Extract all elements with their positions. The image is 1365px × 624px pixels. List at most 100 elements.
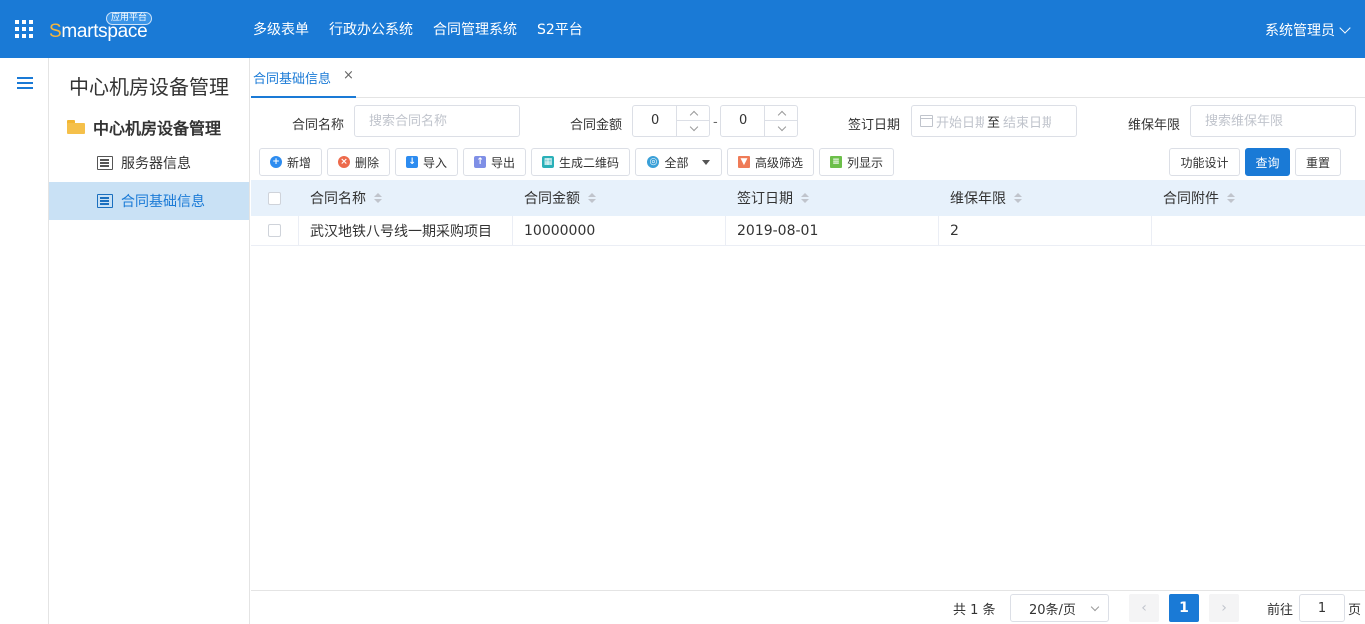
import-button[interactable]: ↓ 导入 — [395, 148, 458, 176]
next-page-button[interactable]: › — [1209, 594, 1239, 622]
contract-name-input[interactable] — [354, 105, 520, 137]
add-label: 新增 — [286, 155, 311, 170]
cell-sign-date: 2019-08-01 — [726, 216, 939, 245]
sort-icon[interactable] — [374, 193, 382, 203]
cell-contract-name: 武汉地铁八号线一期采购项目 — [299, 216, 513, 245]
page-1-button[interactable]: 1 — [1169, 594, 1199, 622]
sidebar: 中心机房设备管理 中心机房设备管理 服务器信息 合同基础信息 — [49, 58, 250, 624]
column-header-years[interactable]: 维保年限 — [939, 180, 1152, 216]
top-header: Smartspace 应用平台 多级表单 行政办公系统 合同管理系统 S2平台 … — [0, 0, 1365, 58]
column-header-date[interactable]: 签订日期 — [726, 180, 939, 216]
column-header-name[interactable]: 合同名称 — [299, 180, 513, 216]
maintenance-years-input[interactable] — [1190, 105, 1356, 137]
sidebar-item-label: 服务器信息 — [121, 156, 191, 172]
page-size-select[interactable]: 20条/页 — [1010, 594, 1109, 622]
total-count: 共 1 条 — [953, 603, 996, 618]
column-display-label: 列显示 — [846, 155, 883, 170]
amount-min-stepper[interactable]: 0 — [632, 105, 710, 137]
sidebar-group[interactable]: 中心机房设备管理 — [67, 115, 221, 139]
cell-attachment — [1152, 216, 1365, 245]
column-header-label: 合同名称 — [310, 191, 366, 207]
logo[interactable]: Smartspace 应用平台 — [49, 12, 153, 46]
main-content: 合同基础信息 × 合同名称 合同金额 0 - 0 签订日期 开始日期 至 — [251, 58, 1365, 624]
goto-page-input[interactable] — [1299, 594, 1345, 622]
app-grid-icon[interactable] — [15, 20, 33, 38]
column-header-amount[interactable]: 合同金额 — [513, 180, 726, 216]
stepper-arrows — [676, 106, 710, 136]
goto-label: 前往 — [1267, 603, 1294, 618]
amount-max-value: 0 — [739, 113, 748, 128]
cell-contract-amount: 10000000 — [513, 216, 726, 245]
column-header-label: 合同金额 — [524, 191, 580, 207]
sidebar-item-server-info[interactable]: 服务器信息 — [49, 144, 249, 182]
reset-button[interactable]: 重置 — [1295, 148, 1341, 176]
toolbar: + 新增 × 删除 ↓ 导入 ↑ 导出 ▦ 生成二维码 ◎ 全部 ▼ 高级筛选 — [259, 148, 1359, 176]
list-icon — [97, 194, 113, 208]
query-button[interactable]: 查询 — [1245, 148, 1290, 176]
qrcode-icon: ▦ — [541, 156, 554, 168]
advanced-filter-label: 高级筛选 — [754, 155, 803, 170]
row-checkbox[interactable] — [268, 224, 281, 237]
columns-icon: ≡ — [829, 156, 842, 168]
sidebar-item-contract-info[interactable]: 合同基础信息 — [49, 182, 249, 220]
advanced-filter-button[interactable]: ▼ 高级筛选 — [727, 148, 814, 176]
amount-min-value: 0 — [651, 113, 660, 128]
cell-maintenance-years: 2 — [939, 216, 1152, 245]
plus-icon: + — [269, 156, 282, 168]
date-range-separator: 至 — [987, 115, 1001, 131]
tab-bar: 合同基础信息 × — [251, 58, 1365, 98]
tab-label: 合同基础信息 — [253, 72, 332, 87]
nav-multilevel-form[interactable]: 多级表单 — [253, 19, 309, 39]
scope-label: 全部 — [664, 155, 689, 170]
decrement-icon[interactable] — [677, 121, 710, 136]
increment-icon[interactable] — [677, 106, 710, 121]
import-icon: ↓ — [405, 156, 418, 168]
caret-down-icon — [701, 159, 710, 165]
export-button[interactable]: ↑ 导出 — [463, 148, 526, 176]
filter-bar: 合同名称 合同金额 0 - 0 签订日期 开始日期 至 结束日期 维保年限 — [251, 104, 1365, 140]
user-name: 系统管理员 — [1265, 23, 1335, 39]
maintenance-years-label: 维保年限 — [1128, 118, 1181, 133]
user-menu[interactable]: 系统管理员 — [1265, 20, 1351, 40]
generate-qrcode-button[interactable]: ▦ 生成二维码 — [531, 148, 630, 176]
sort-icon[interactable] — [801, 193, 809, 203]
select-all-cell — [257, 180, 299, 216]
top-nav: 多级表单 行政办公系统 合同管理系统 S2平台 — [253, 19, 583, 39]
add-button[interactable]: + 新增 — [259, 148, 322, 176]
collapse-strip — [0, 58, 49, 624]
prev-page-button[interactable]: ‹ — [1129, 594, 1159, 622]
close-icon[interactable]: × — [343, 68, 354, 83]
import-label: 导入 — [422, 155, 447, 170]
decrement-icon[interactable] — [765, 121, 798, 136]
sign-date-range[interactable]: 开始日期 至 结束日期 — [911, 105, 1077, 137]
nav-s2-platform[interactable]: S2平台 — [537, 19, 583, 39]
delete-button[interactable]: × 删除 — [327, 148, 390, 176]
column-header-label: 合同附件 — [1163, 191, 1219, 207]
scope-dropdown[interactable]: ◎ 全部 — [635, 148, 722, 176]
logo-badge: 应用平台 — [106, 12, 153, 25]
amount-max-stepper[interactable]: 0 — [720, 105, 798, 137]
globe-icon: ◎ — [647, 156, 660, 168]
tab-contract-info[interactable]: 合同基础信息 × — [251, 68, 356, 98]
chevron-down-icon — [1090, 602, 1100, 612]
sort-icon[interactable] — [588, 193, 596, 203]
nav-office-system[interactable]: 行政办公系统 — [329, 19, 413, 39]
increment-icon[interactable] — [765, 106, 798, 121]
table-row[interactable]: 武汉地铁八号线一期采购项目 10000000 2019-08-01 2 — [251, 216, 1365, 246]
sort-icon[interactable] — [1014, 193, 1022, 203]
sidebar-title: 中心机房设备管理 — [69, 75, 229, 99]
column-display-button[interactable]: ≡ 列显示 — [819, 148, 894, 176]
select-all-checkbox[interactable] — [268, 191, 281, 205]
stepper-arrows — [764, 106, 798, 136]
sort-icon[interactable] — [1227, 193, 1235, 203]
column-header-attachment[interactable]: 合同附件 — [1152, 180, 1365, 216]
date-start-placeholder[interactable]: 开始日期 — [936, 112, 984, 131]
column-header-label: 签订日期 — [737, 191, 793, 207]
sidebar-item-label: 合同基础信息 — [121, 194, 205, 210]
menu-toggle-icon[interactable] — [17, 77, 33, 89]
date-end-placeholder[interactable]: 结束日期 — [1003, 112, 1051, 131]
export-label: 导出 — [490, 155, 515, 170]
delete-icon: × — [337, 156, 350, 168]
function-design-button[interactable]: 功能设计 — [1169, 148, 1240, 176]
nav-contract-system[interactable]: 合同管理系统 — [433, 19, 517, 39]
